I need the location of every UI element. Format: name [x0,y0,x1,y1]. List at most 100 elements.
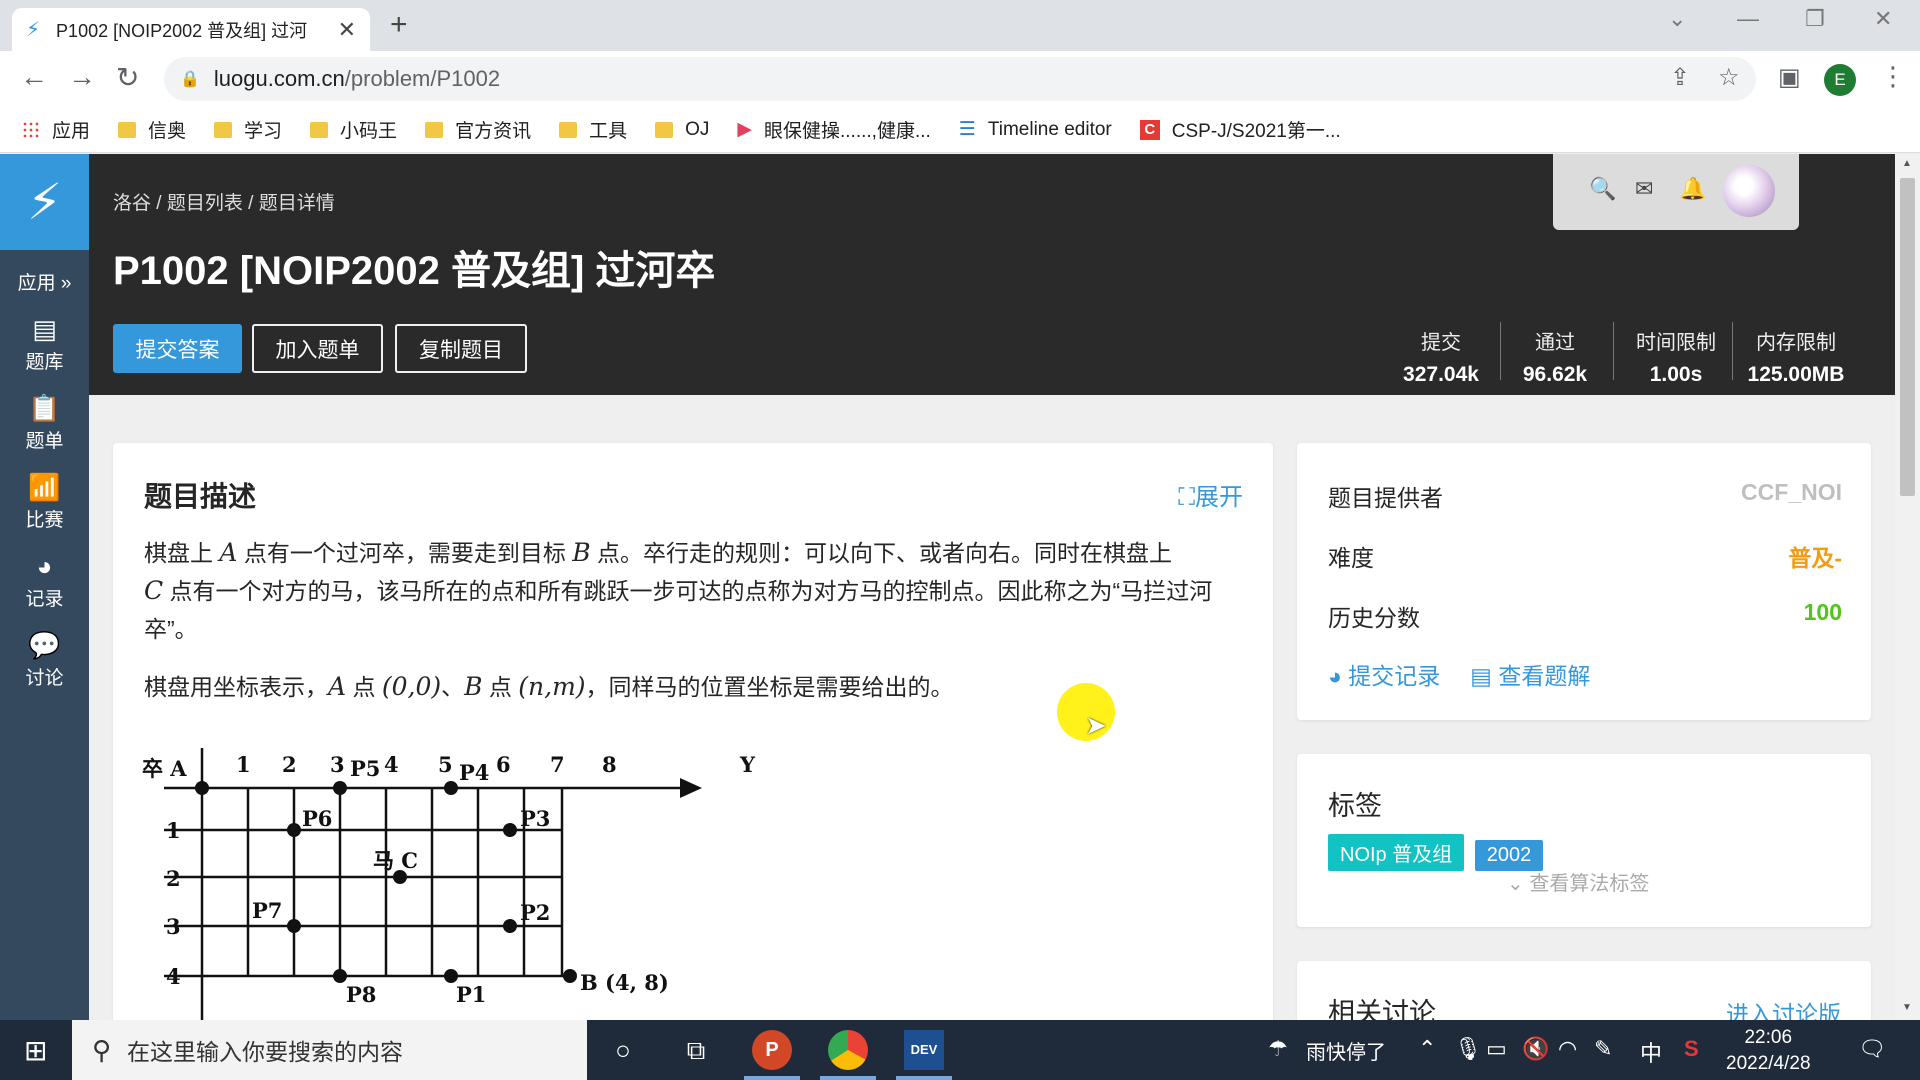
bell-icon[interactable]: 🔔 [1679,176,1706,202]
app-active-indicator [820,1076,876,1080]
pen-icon[interactable]: ✎ [1594,1036,1612,1062]
bookmark-folder-news[interactable]: 官方资讯 [425,116,531,143]
tray-chevron-up-icon[interactable]: ⌃ [1418,1036,1436,1062]
url-host: luogu.com.cn [213,66,345,91]
weather-icon[interactable]: ☂ [1268,1036,1288,1062]
powerpoint-icon[interactable]: P [752,1030,792,1070]
forward-arrow-icon[interactable]: → [68,61,96,93]
target-label: B (4, 8) [580,970,669,995]
taskbar-search-box[interactable]: ⚲ 在这里输入你要搜索的内容 [72,1020,587,1080]
sidebar-item-records[interactable]: ◕ 记录 [0,550,89,611]
bookmark-folder-tools[interactable]: 工具 [559,116,627,143]
side-panel-icon[interactable]: ▣ [1778,63,1801,92]
sogou-icon[interactable]: S [1684,1036,1699,1062]
more-tags-label: 查看算法标签 [1529,873,1650,895]
tab-search-chevron-icon[interactable]: ⌄ [1668,6,1686,32]
add-to-list-button[interactable]: 加入题单 [252,324,383,373]
problem-info-card: 题目提供者 CCF_NOI 难度 普及- 历史分数 100 ◕ 提交记录 ▤ 查… [1297,443,1871,720]
scroll-thumb[interactable] [1900,178,1915,496]
bookmark-folder-study[interactable]: 学习 [214,116,282,143]
ime-indicator[interactable]: 中 [1640,1036,1662,1068]
show-algorithm-tags[interactable]: ⌄ 查看算法标签 [1507,867,1649,896]
sidebar-item-contests[interactable]: 📶 比赛 [0,471,89,532]
bookmark-folder-xinao[interactable]: 信奥 [118,116,186,143]
stat-value: 96.62k [1522,363,1588,386]
scroll-up-arrow-icon[interactable]: ▲ [1902,158,1912,169]
bookmark-folder-oj[interactable]: OJ [655,119,709,141]
bookmark-label: 信奥 [148,121,187,142]
bookmark-label: 官方资讯 [455,121,532,142]
windows-start-icon[interactable]: ⊞ [24,1034,47,1067]
row-label: 1 [166,818,181,843]
sidebar-item-problems[interactable]: ▤ 题库 [0,313,89,374]
microphone-icon[interactable]: 🎙 [1454,1036,1482,1062]
volume-muted-icon[interactable]: 🔇 [1522,1036,1549,1062]
sidebar-item-lists[interactable]: 📋 题单 [0,392,89,453]
bookmark-timeline-editor[interactable]: ☰ Timeline editor [959,118,1112,141]
weather-text[interactable]: 雨快停了 [1306,1036,1386,1065]
share-icon[interactable]: ⇪ [1670,63,1690,92]
wifi-icon[interactable]: ◠ [1558,1036,1577,1062]
sidebar-item-discuss[interactable]: 💬 讨论 [0,629,89,690]
text: 点。卒行走的规则：可以向下、或者向右。同时在棋盘上 [590,540,1172,566]
col-label: 2 [282,752,297,777]
browser-menu-icon[interactable]: ⋮ [1880,61,1906,92]
browser-tab-active[interactable]: ⚡ P1002 [NOIP2002 普及组] 过河 ✕ [12,8,370,51]
math-b: B [572,538,591,567]
bookmark-label: OJ [685,118,710,140]
battery-icon[interactable]: ▭ [1486,1036,1507,1062]
bookmark-csp[interactable]: C CSP-J/S2021第一... [1139,116,1341,143]
math-a: A [328,672,347,701]
col-label: 7 [550,752,565,777]
profile-avatar[interactable]: E [1824,64,1856,96]
reload-icon[interactable]: ↻ [116,61,139,94]
csp-icon: C [1139,119,1160,140]
stat-value: 125.00MB [1747,363,1845,386]
link-label: 查看题解 [1498,663,1591,689]
restore-icon[interactable]: ❐ [1805,6,1825,32]
bookmark-eye-exercise[interactable]: ▶ 眼保健操......,健康... [737,116,930,143]
score-value: 100 [1803,599,1842,625]
bookmark-apps[interactable]: 应用 [22,116,90,143]
close-window-icon[interactable]: ✕ [1874,6,1892,32]
user-avatar[interactable] [1723,165,1775,217]
copy-problem-button[interactable]: 复制题目 [395,324,527,373]
lock-icon: 🔒 [180,71,200,88]
breadcrumb-problem-detail: 题目详情 [258,193,335,214]
submit-answer-button[interactable]: 提交答案 [113,324,242,373]
breadcrumb-home[interactable]: 洛谷 [113,193,151,214]
sidebar-apps-toggle[interactable]: 应用 » [0,268,89,295]
tag-noip-junior[interactable]: NOIp 普及组 [1328,834,1465,871]
bookmark-folder-xiaomawang[interactable]: 小码王 [310,116,397,143]
point-label: P4 [459,760,489,785]
tab-close-icon[interactable]: ✕ [338,17,356,43]
new-tab-plus-icon[interactable]: + [390,8,408,42]
app-active-indicator [896,1076,952,1080]
scroll-down-arrow-icon[interactable]: ▼ [1902,1002,1912,1013]
task-view-icon[interactable]: ⧉ [676,1030,716,1070]
notification-icon[interactable]: 🗨 [1858,1036,1886,1062]
dev-cpp-icon[interactable]: DEV [904,1030,944,1070]
search-icon[interactable]: 🔍 [1589,176,1616,202]
provider-value[interactable]: CCF_NOI [1741,479,1842,513]
view-solutions-link[interactable]: ▤ 查看题解 [1470,657,1590,691]
luogu-sidebar: ⚡ 应用 » ▤ 题库 📋 题单 📶 比赛 ◕ 记录 💬 讨论 [0,154,89,1020]
math-c: C [144,576,164,605]
page-scrollbar[interactable]: ▲ ▼ [1895,154,1920,1020]
submission-records-link[interactable]: ◕ 提交记录 [1328,657,1440,691]
address-bar[interactable]: 🔒 luogu.com.cn /problem/P1002 [164,57,1756,101]
taskbar-clock[interactable]: 22:06 2022/4/28 [1726,1025,1811,1077]
stat-label: 通过 [1535,332,1575,354]
mail-icon[interactable]: ✉ [1635,176,1653,202]
row-label: 3 [166,914,181,939]
bookmark-star-icon[interactable]: ☆ [1718,63,1740,92]
expand-button[interactable]: ⛶展开 [1178,477,1243,512]
back-arrow-icon[interactable]: ← [20,61,48,93]
chrome-icon[interactable] [828,1030,868,1070]
cortana-icon[interactable]: ○ [603,1030,643,1070]
bookmark-label: 应用 [52,121,91,142]
luogu-logo-icon[interactable]: ⚡ [0,154,89,250]
col-label: 1 [236,752,251,777]
breadcrumb-problem-list[interactable]: 题目列表 [167,193,243,214]
minimize-icon[interactable]: — [1737,6,1759,32]
